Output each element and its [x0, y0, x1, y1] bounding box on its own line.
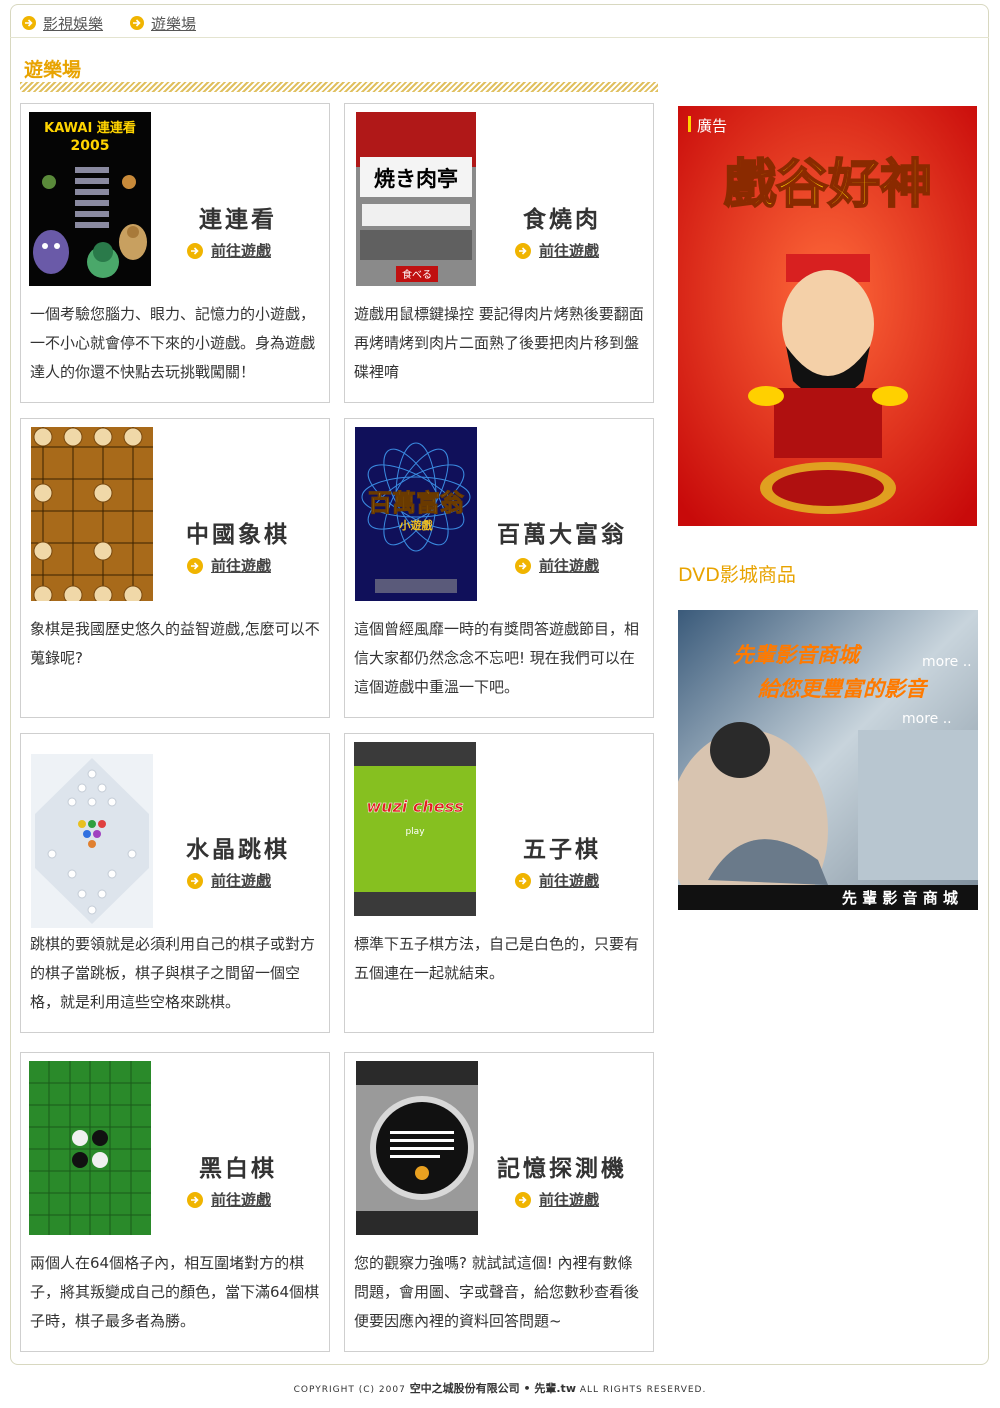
arrow-right-icon: [515, 557, 531, 574]
play-game-label: 前往遊戲: [211, 242, 272, 260]
thumb-button: 食べる: [402, 268, 432, 281]
play-game-link[interactable]: 前往遊戲: [187, 240, 271, 261]
game-card-xiangqi: 中國象棋 前往遊戲 象棋是我國歷史悠久的益智遊戲,怎麼可以不蒐錄呢?: [20, 418, 330, 718]
game-name: 百萬大富翁: [497, 522, 627, 548]
play-game-label: 前往遊戲: [539, 1191, 600, 1209]
game-thumbnail[interactable]: [29, 1061, 151, 1235]
play-game-link[interactable]: 前往遊戲: [515, 240, 599, 261]
game-name: 水晶跳棋: [186, 837, 290, 863]
play-game-link[interactable]: 前往遊戲: [515, 870, 599, 891]
game-card-crystal-checkers: 水晶跳棋 前往遊戲 跳棋的要領就是必須利用自己的棋子或對方的棋子當跳板，棋子與棋…: [20, 733, 330, 1033]
play-game-label: 前往遊戲: [211, 872, 272, 890]
game-card-millionaire: 百萬富翁 小遊戲 百萬大富翁 前往遊戲 這個曾經風靡一時的有獎問答遊戲節目，相信…: [344, 418, 654, 718]
play-game-link[interactable]: 前往遊戲: [515, 1189, 599, 1210]
arrow-right-icon: [187, 557, 203, 574]
game-description: 您的觀察力強嗎? 就試試這個! 內裡有數條問題，會用圖、字或聲音，給您數秒查看後…: [354, 1254, 640, 1330]
game-thumbnail[interactable]: 百萬富翁 小遊戲: [355, 427, 477, 601]
dvd-shop-banner[interactable]: 先輩影音商城 給您更豐富的影音 more .. more .. 先 輩 影 音 …: [678, 610, 978, 910]
game-card-memory-detector: 記憶探測機 前往遊戲 您的觀察力強嗎? 就試試這個! 內裡有數條問題，會用圖、字…: [344, 1052, 654, 1352]
title-divider: [20, 82, 658, 92]
game-name: 黑白棋: [199, 1156, 277, 1182]
thumb-title: 百萬富翁: [368, 489, 464, 517]
dvd-banner-line1: 先輩影音商城: [733, 643, 863, 667]
arrow-right-icon: [187, 1191, 203, 1208]
breadcrumb: 影視娛樂 遊樂場: [10, 4, 989, 38]
footer-suffix: ALL RIGHTS RESERVED.: [575, 1385, 707, 1395]
game-name: 食燒肉: [523, 207, 601, 233]
thumb-year: 2005: [71, 138, 110, 154]
game-name: 連連看: [199, 207, 277, 233]
dvd-section-title: DVD影城商品: [678, 564, 796, 586]
breadcrumb-item-playground[interactable]: 遊樂場: [130, 14, 197, 33]
play-game-link[interactable]: 前往遊戲: [515, 555, 599, 576]
thumb-play: play: [405, 827, 425, 837]
arrow-right-icon: [187, 872, 203, 889]
arrow-right-icon: [515, 242, 531, 259]
arrow-right-icon: [130, 16, 144, 30]
thumb-title: wuzi chess: [366, 797, 463, 816]
game-description: 跳棋的要領就是必須利用自己的棋子或對方的棋子當跳板，棋子與棋子之間留一個空格，就…: [30, 935, 316, 1011]
game-description: 一個考驗您腦力、眼力、記憶力的小遊戲，一不小心就會停不下來的小遊戲。身為遊戲達人…: [30, 305, 316, 381]
game-name: 中國象棋: [186, 522, 290, 548]
game-description: 象棋是我國歷史悠久的益智遊戲,怎麼可以不蒐錄呢?: [30, 620, 320, 667]
dvd-more-link: more ..: [922, 654, 972, 670]
ad-title: 戲谷好神: [724, 155, 932, 215]
play-game-label: 前往遊戲: [539, 557, 600, 575]
play-game-link[interactable]: 前往遊戲: [187, 1189, 271, 1210]
thumb-title: KAWAI 連連看: [44, 120, 136, 136]
dvd-more-link-2: more ..: [902, 711, 952, 727]
breadcrumb-item-entertainment[interactable]: 影視娛樂: [22, 14, 104, 33]
dvd-banner-line2: 給您更豐富的影音: [757, 677, 929, 701]
play-game-label: 前往遊戲: [539, 242, 600, 260]
game-description: 標準下五子棋方法，自己是白色的，只要有五個連在一起就結束。: [354, 935, 640, 982]
play-game-label: 前往遊戲: [211, 1191, 272, 1209]
breadcrumb-label: 影視娛樂: [43, 14, 104, 33]
arrow-right-icon: [515, 872, 531, 889]
ad-label: 廣告: [697, 117, 727, 135]
game-card-lianliankan: KAWAI 連連看 2005 連連看 前往遊戲 一個考驗您腦力、眼力、記憶力的小…: [20, 103, 330, 403]
play-game-link[interactable]: 前往遊戲: [187, 555, 271, 576]
footer-company: 空中之城股份有限公司 • 先輩.tw: [409, 1382, 576, 1395]
footer-prefix: COPYRIGHT (C) 2007: [293, 1385, 410, 1395]
game-name: 記憶探測機: [497, 1156, 627, 1182]
game-thumbnail[interactable]: [31, 427, 153, 601]
thumb-subtitle: 小遊戲: [399, 518, 434, 532]
ad-banner[interactable]: 廣告 戲谷好神: [678, 106, 977, 526]
game-thumbnail[interactable]: KAWAI 連連看 2005: [29, 112, 151, 286]
game-description: 這個曾經風靡一時的有獎問答遊戲節目，相信大家都仍然念念不忘吧! 現在我們可以在這…: [354, 620, 640, 696]
game-thumbnail[interactable]: [31, 754, 153, 928]
play-game-link[interactable]: 前往遊戲: [187, 870, 271, 891]
game-description: 遊戲用鼠標鍵操控 要記得肉片烤熟後要翻面再烤晴烤到肉片二面熟了後要把肉片移到盤碟…: [354, 305, 644, 381]
thumb-title: 焼き肉亭: [374, 167, 458, 191]
game-thumbnail[interactable]: 焼き肉亭 食べる: [356, 112, 476, 286]
game-card-yakiniku: 焼き肉亭 食べる 食燒肉 前往遊戲 遊戲用鼠標鍵操控 要記得肉片烤熟後要翻面再烤…: [344, 103, 654, 403]
game-thumbnail[interactable]: [356, 1061, 478, 1235]
dvd-banner-footer: 先 輩 影 音 商 城: [842, 889, 958, 907]
play-game-label: 前往遊戲: [539, 872, 600, 890]
breadcrumb-label: 遊樂場: [151, 14, 197, 33]
game-thumbnail[interactable]: wuzi chess play: [354, 742, 476, 916]
arrow-right-icon: [187, 242, 203, 259]
play-game-label: 前往遊戲: [211, 557, 272, 575]
footer-copyright: COPYRIGHT (C) 2007 空中之城股份有限公司 • 先輩.tw AL…: [0, 1380, 1000, 1396]
game-description: 兩個人在64個格子內，相互圍堵對方的棋子，將其叛變成自己的顏色，當下滿64個棋子…: [30, 1254, 320, 1330]
page-title: 遊樂場: [24, 59, 82, 81]
arrow-right-icon: [22, 16, 36, 30]
game-card-gomoku: wuzi chess play 五子棋 前往遊戲 標準下五子棋方法，自己是白色的…: [344, 733, 654, 1033]
game-card-reversi: 黑白棋 前往遊戲 兩個人在64個格子內，相互圍堵對方的棋子，將其叛變成自己的顏色…: [20, 1052, 330, 1352]
arrow-right-icon: [515, 1191, 531, 1208]
game-name: 五子棋: [523, 837, 601, 863]
